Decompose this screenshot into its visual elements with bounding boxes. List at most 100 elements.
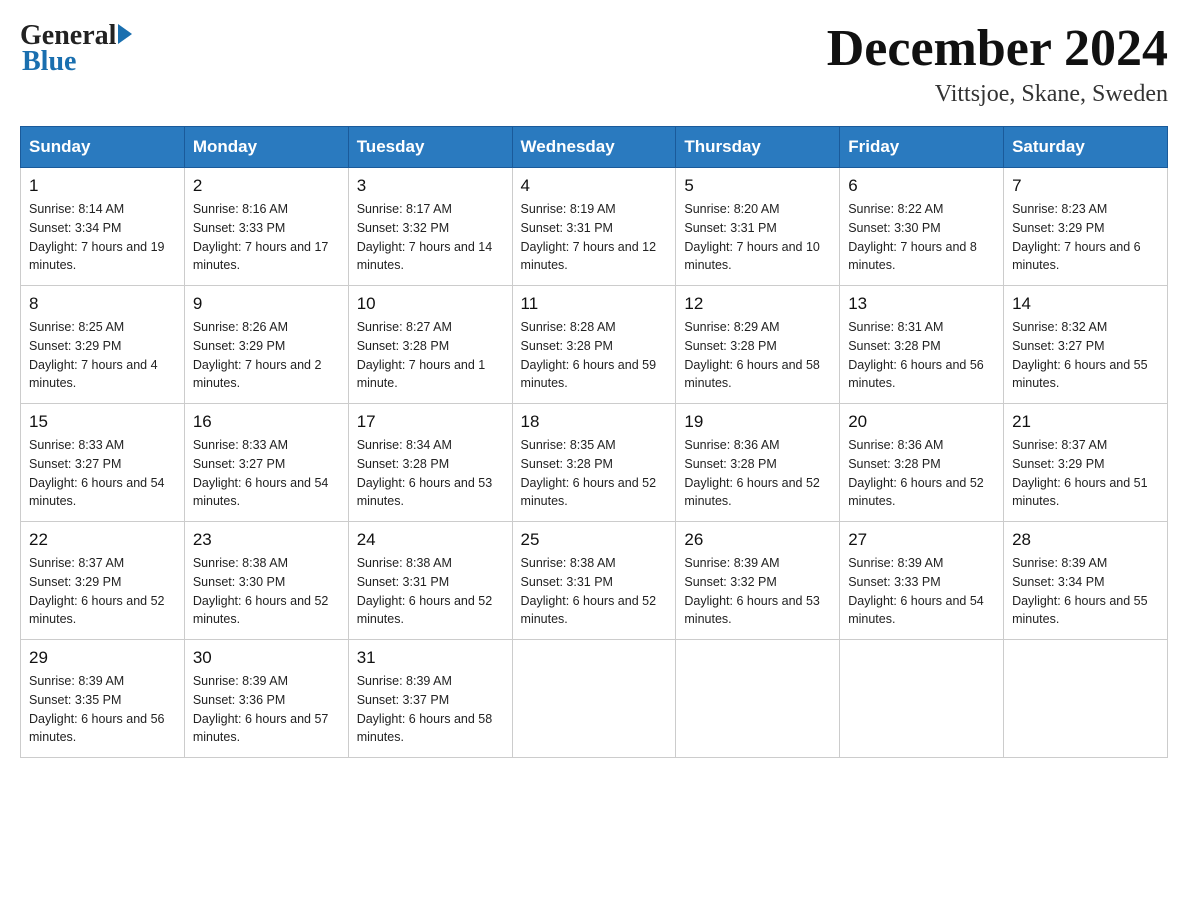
day-number: 22 [29,530,176,550]
calendar-cell: 28Sunrise: 8:39 AMSunset: 3:34 PMDayligh… [1004,522,1168,640]
calendar-cell: 16Sunrise: 8:33 AMSunset: 3:27 PMDayligh… [184,404,348,522]
day-info: Sunrise: 8:25 AMSunset: 3:29 PMDaylight:… [29,318,176,393]
calendar-table: SundayMondayTuesdayWednesdayThursdayFrid… [20,126,1168,758]
calendar-cell: 20Sunrise: 8:36 AMSunset: 3:28 PMDayligh… [840,404,1004,522]
day-info: Sunrise: 8:34 AMSunset: 3:28 PMDaylight:… [357,436,504,511]
calendar-cell: 9Sunrise: 8:26 AMSunset: 3:29 PMDaylight… [184,286,348,404]
day-info: Sunrise: 8:39 AMSunset: 3:36 PMDaylight:… [193,672,340,747]
day-info: Sunrise: 8:38 AMSunset: 3:31 PMDaylight:… [521,554,668,629]
calendar-week-row: 8 Sunrise: 8:25 AMSunset: 3:29 PMDaylight… [21,286,1168,404]
day-number: 1 [29,176,176,196]
column-header-monday: Monday [184,127,348,168]
calendar-cell: 23Sunrise: 8:38 AMSunset: 3:30 PMDayligh… [184,522,348,640]
column-header-tuesday: Tuesday [348,127,512,168]
calendar-cell: 12 Sunrise: 8:29 AMSunset: 3:28 PMDayligh… [676,286,840,404]
day-info: Sunrise: 8:37 AMSunset: 3:29 PMDaylight:… [1012,436,1159,511]
day-number: 19 [684,412,831,432]
calendar-week-row: 1 Sunrise: 8:14 AMSunset: 3:34 PMDaylight… [21,168,1168,286]
calendar-cell: 17 Sunrise: 8:34 AMSunset: 3:28 PMDayligh… [348,404,512,522]
day-number: 12 [684,294,831,314]
calendar-week-row: 15 Sunrise: 8:33 AMSunset: 3:27 PMDayligh… [21,404,1168,522]
column-header-thursday: Thursday [676,127,840,168]
day-number: 27 [848,530,995,550]
day-info: Sunrise: 8:31 AMSunset: 3:28 PMDaylight:… [848,318,995,393]
day-number: 6 [848,176,995,196]
calendar-cell: 7 Sunrise: 8:23 AMSunset: 3:29 PMDaylight… [1004,168,1168,286]
day-info: Sunrise: 8:29 AMSunset: 3:28 PMDaylight:… [684,318,831,393]
day-info: Sunrise: 8:35 AMSunset: 3:28 PMDaylight:… [521,436,668,511]
day-number: 7 [1012,176,1159,196]
day-number: 30 [193,648,340,668]
day-info: Sunrise: 8:22 AMSunset: 3:30 PMDaylight:… [848,200,995,275]
calendar-cell: 2 Sunrise: 8:16 AMSunset: 3:33 PMDaylight… [184,168,348,286]
month-year-title: December 2024 [827,20,1168,77]
calendar-cell: 14Sunrise: 8:32 AMSunset: 3:27 PMDayligh… [1004,286,1168,404]
day-info: Sunrise: 8:16 AMSunset: 3:33 PMDaylight:… [193,200,340,275]
calendar-cell: 18 Sunrise: 8:35 AMSunset: 3:28 PMDayligh… [512,404,676,522]
calendar-cell: 13 Sunrise: 8:31 AMSunset: 3:28 PMDayligh… [840,286,1004,404]
day-number: 18 [521,412,668,432]
calendar-cell: 29 Sunrise: 8:39 AMSunset: 3:35 PMDayligh… [21,640,185,758]
day-number: 25 [521,530,668,550]
day-number: 10 [357,294,504,314]
calendar-cell: 10 Sunrise: 8:27 AMSunset: 3:28 PMDayligh… [348,286,512,404]
column-header-saturday: Saturday [1004,127,1168,168]
day-info: Sunrise: 8:36 AMSunset: 3:28 PMDaylight:… [684,436,831,511]
calendar-cell: 27 Sunrise: 8:39 AMSunset: 3:33 PMDayligh… [840,522,1004,640]
calendar-cell [1004,640,1168,758]
day-number: 13 [848,294,995,314]
day-info: Sunrise: 8:39 AMSunset: 3:33 PMDaylight:… [848,554,995,629]
calendar-cell: 25 Sunrise: 8:38 AMSunset: 3:31 PMDayligh… [512,522,676,640]
column-header-wednesday: Wednesday [512,127,676,168]
day-info: Sunrise: 8:39 AMSunset: 3:37 PMDaylight:… [357,672,504,747]
logo-arrow-icon [118,24,132,44]
day-number: 23 [193,530,340,550]
calendar-cell [512,640,676,758]
day-number: 21 [1012,412,1159,432]
page-header: General Blue December 2024 Vittsjoe, Ska… [20,20,1168,108]
calendar-cell: 3Sunrise: 8:17 AMSunset: 3:32 PMDaylight… [348,168,512,286]
calendar-header-row: SundayMondayTuesdayWednesdayThursdayFrid… [21,127,1168,168]
day-info: Sunrise: 8:20 AMSunset: 3:31 PMDaylight:… [684,200,831,275]
day-number: 15 [29,412,176,432]
day-number: 31 [357,648,504,668]
day-number: 24 [357,530,504,550]
day-number: 28 [1012,530,1159,550]
day-number: 5 [684,176,831,196]
calendar-cell: 11Sunrise: 8:28 AMSunset: 3:28 PMDayligh… [512,286,676,404]
day-info: Sunrise: 8:27 AMSunset: 3:28 PMDaylight:… [357,318,504,393]
calendar-cell: 21 Sunrise: 8:37 AMSunset: 3:29 PMDayligh… [1004,404,1168,522]
location-subtitle: Vittsjoe, Skane, Sweden [827,81,1168,108]
day-number: 8 [29,294,176,314]
day-info: Sunrise: 8:14 AMSunset: 3:34 PMDaylight:… [29,200,176,275]
calendar-cell: 4Sunrise: 8:19 AMSunset: 3:31 PMDaylight… [512,168,676,286]
calendar-cell [676,640,840,758]
day-number: 14 [1012,294,1159,314]
calendar-cell: 5 Sunrise: 8:20 AMSunset: 3:31 PMDaylight… [676,168,840,286]
day-info: Sunrise: 8:33 AMSunset: 3:27 PMDaylight:… [29,436,176,511]
logo: General Blue [20,20,132,78]
day-info: Sunrise: 8:39 AMSunset: 3:35 PMDaylight:… [29,672,176,747]
calendar-cell: 31 Sunrise: 8:39 AMSunset: 3:37 PMDayligh… [348,640,512,758]
calendar-cell: 30 Sunrise: 8:39 AMSunset: 3:36 PMDayligh… [184,640,348,758]
calendar-cell: 8 Sunrise: 8:25 AMSunset: 3:29 PMDaylight… [21,286,185,404]
day-info: Sunrise: 8:38 AMSunset: 3:31 PMDaylight:… [357,554,504,629]
calendar-cell: 15 Sunrise: 8:33 AMSunset: 3:27 PMDayligh… [21,404,185,522]
day-number: 11 [521,294,668,314]
day-info: Sunrise: 8:33 AMSunset: 3:27 PMDaylight:… [193,436,340,511]
day-info: Sunrise: 8:26 AMSunset: 3:29 PMDaylight:… [193,318,340,393]
day-number: 29 [29,648,176,668]
calendar-cell: 6 Sunrise: 8:22 AMSunset: 3:30 PMDaylight… [840,168,1004,286]
calendar-cell: 1 Sunrise: 8:14 AMSunset: 3:34 PMDaylight… [21,168,185,286]
day-info: Sunrise: 8:36 AMSunset: 3:28 PMDaylight:… [848,436,995,511]
day-info: Sunrise: 8:23 AMSunset: 3:29 PMDaylight:… [1012,200,1159,275]
day-info: Sunrise: 8:39 AMSunset: 3:32 PMDaylight:… [684,554,831,629]
day-number: 17 [357,412,504,432]
calendar-week-row: 22Sunrise: 8:37 AMSunset: 3:29 PMDayligh… [21,522,1168,640]
day-number: 2 [193,176,340,196]
day-info: Sunrise: 8:17 AMSunset: 3:32 PMDaylight:… [357,200,504,275]
day-number: 26 [684,530,831,550]
column-header-friday: Friday [840,127,1004,168]
column-header-sunday: Sunday [21,127,185,168]
day-number: 4 [521,176,668,196]
